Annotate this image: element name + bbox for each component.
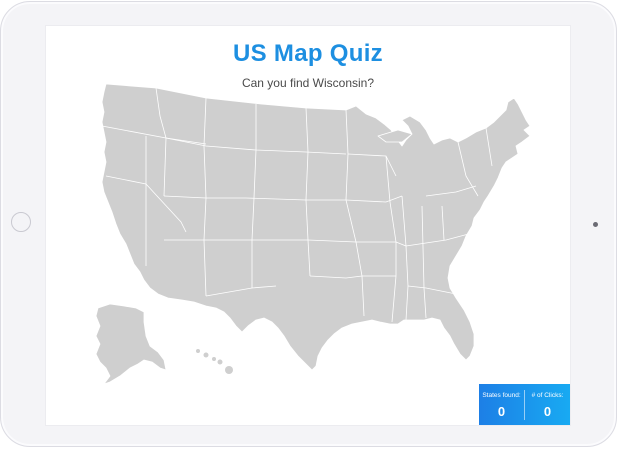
score-panel: States found: 0 # of Clicks: 0 (479, 384, 570, 425)
us-map[interactable] (46, 26, 571, 426)
home-button[interactable] (11, 212, 31, 232)
states-found-label: States found: (482, 392, 521, 399)
tablet-frame: US Map Quiz Can you find Wisconsin? Stat… (0, 1, 617, 447)
states-found-value: 0 (497, 404, 506, 419)
clicks-cell: # of Clicks: 0 (525, 384, 570, 425)
states-found-cell: States found: 0 (479, 384, 524, 425)
camera-dot (593, 222, 598, 227)
hawaii-islands[interactable] (196, 349, 233, 374)
clicks-value: 0 (543, 404, 552, 419)
alaska-shape[interactable] (95, 303, 167, 385)
clicks-label: # of Clicks: (531, 392, 564, 399)
contiguous-us-map[interactable] (101, 83, 531, 371)
app-screen: US Map Quiz Can you find Wisconsin? Stat… (45, 25, 571, 426)
